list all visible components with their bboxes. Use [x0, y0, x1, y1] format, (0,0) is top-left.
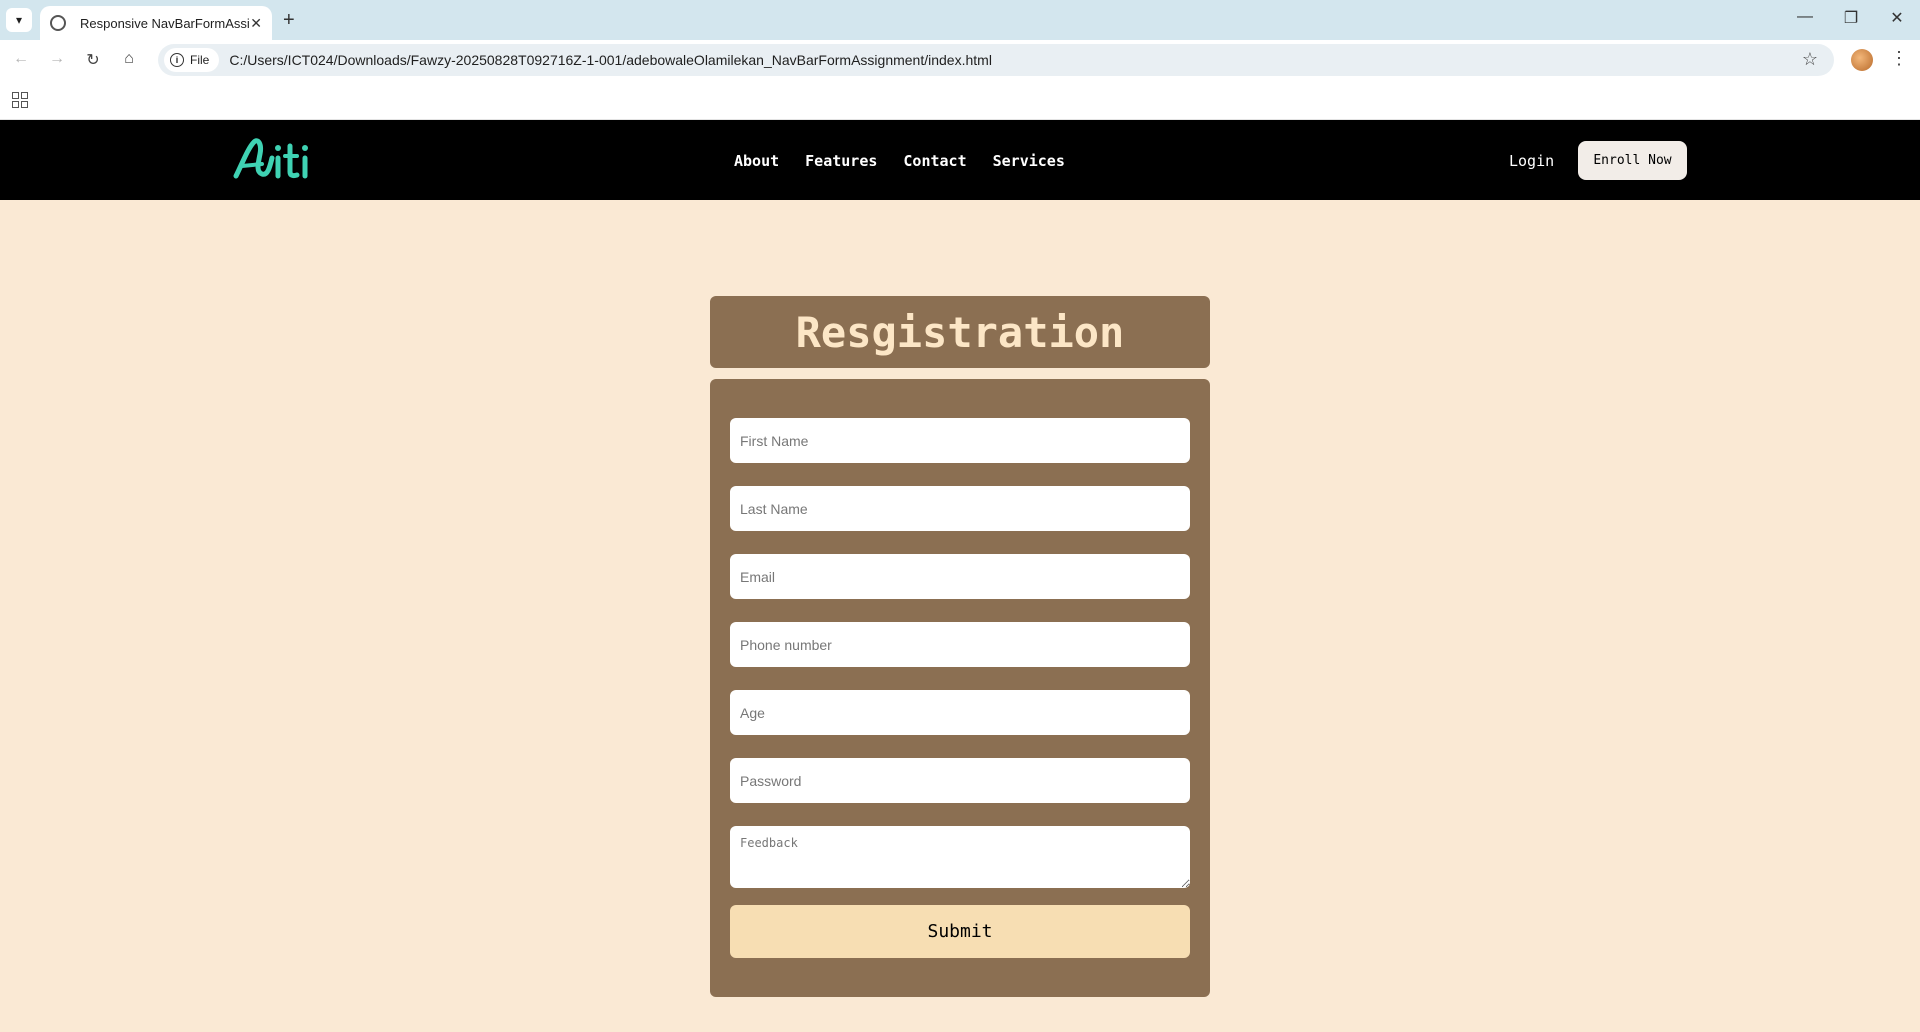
browser-tab-active[interactable]: Responsive NavBarFormAssignment ✕ [40, 6, 272, 40]
form-title: Resgistration [795, 307, 1125, 357]
nav-link-services[interactable]: Services [993, 152, 1065, 170]
site-info-chip[interactable]: i File [164, 48, 220, 72]
bookmarks-bar [0, 80, 1920, 120]
home-icon[interactable]: ⌂ [118, 50, 140, 68]
address-bar[interactable]: i File C:/Users/ICT024/Downloads/Fawzy-2… [158, 44, 1834, 76]
minimize-button[interactable]: — [1790, 8, 1820, 26]
email-input[interactable] [730, 554, 1190, 599]
nav-link-features[interactable]: Features [805, 152, 877, 170]
window-close-button[interactable]: ✕ [1882, 8, 1912, 28]
nav-link-contact[interactable]: Contact [903, 152, 966, 170]
submit-button[interactable]: Submit [730, 905, 1190, 958]
new-tab-button[interactable]: + [283, 8, 295, 32]
bookmark-star-icon[interactable]: ☆ [1802, 49, 1818, 70]
forward-arrow-icon[interactable]: → [46, 50, 68, 68]
globe-icon [50, 15, 66, 31]
browser-tab-strip: ▾ Responsive NavBarFormAssignment ✕ + — … [0, 0, 1920, 40]
restore-button[interactable]: ❐ [1836, 8, 1866, 28]
info-icon: i [170, 53, 184, 67]
first-name-input[interactable] [730, 418, 1190, 463]
nav-links: About Features Contact Services [734, 152, 1065, 170]
feedback-textarea[interactable] [730, 826, 1190, 888]
tab-search-chevron-icon[interactable]: ▾ [6, 8, 32, 32]
logo-icon[interactable] [232, 136, 312, 182]
tab-title: Responsive NavBarFormAssignment [80, 15, 250, 31]
reload-icon[interactable]: ↻ [82, 50, 104, 70]
last-name-input[interactable] [730, 486, 1190, 531]
browser-toolbar: ← → ↻ ⌂ i File C:/Users/ICT024/Downloads… [0, 40, 1920, 80]
form-title-banner: Resgistration [710, 296, 1210, 368]
phone-input[interactable] [730, 622, 1190, 667]
back-arrow-icon[interactable]: ← [10, 50, 32, 68]
enroll-now-button[interactable]: Enroll Now [1578, 141, 1687, 180]
site-info-label: File [190, 53, 210, 67]
browser-menu-icon[interactable]: ⋮ [1890, 48, 1908, 69]
tab-close-icon[interactable]: ✕ [250, 15, 262, 32]
profile-avatar[interactable] [1851, 49, 1873, 71]
login-link[interactable]: Login [1509, 152, 1554, 170]
apps-grid-icon[interactable] [12, 92, 28, 108]
password-input[interactable] [730, 758, 1190, 803]
age-input[interactable] [730, 690, 1190, 735]
nav-link-about[interactable]: About [734, 152, 779, 170]
registration-form: Submit [710, 379, 1210, 997]
url-text[interactable]: C:/Users/ICT024/Downloads/Fawzy-20250828… [229, 52, 992, 68]
